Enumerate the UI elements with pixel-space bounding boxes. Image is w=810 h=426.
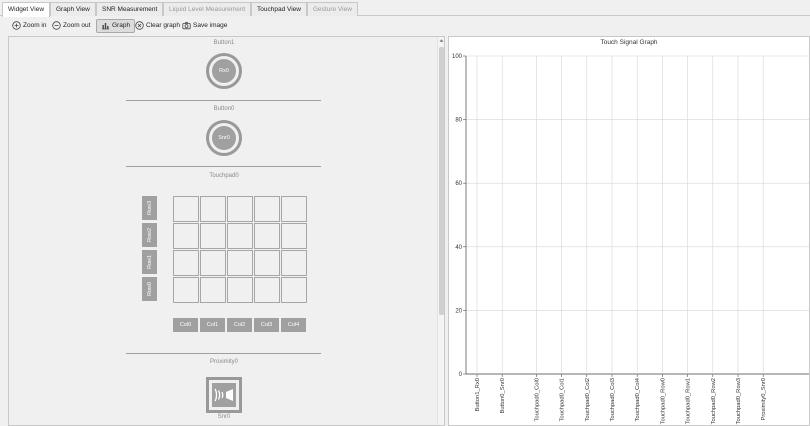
touchpad-cell[interactable] xyxy=(173,223,199,249)
touchpad-cell[interactable] xyxy=(227,250,253,276)
touchpad-cell[interactable] xyxy=(200,223,226,249)
touchpad-cell[interactable] xyxy=(173,277,199,303)
touchpad-row-label: Row1 xyxy=(146,254,153,270)
tab-widget-view[interactable]: Widget View xyxy=(2,2,51,17)
touchpad-row-chip: Row2 xyxy=(142,223,157,247)
x-tick-label: Proximity0_Snr0 xyxy=(761,378,767,421)
touchpad-cell[interactable] xyxy=(281,277,307,303)
clear-icon xyxy=(135,21,144,30)
bar-chart-icon xyxy=(102,22,109,30)
touchpad-cell[interactable] xyxy=(254,277,280,303)
button0-sensor: Snr0 xyxy=(212,126,236,150)
touchpad-row-chip: Row3 xyxy=(142,196,157,220)
touchpad-col-chip: Col0 xyxy=(173,318,198,332)
touchpad-row-chip: Row0 xyxy=(142,277,157,301)
y-tick-label: 100 xyxy=(452,54,463,60)
zoom-in-button[interactable]: Zoom in xyxy=(10,19,46,33)
zoom-in-icon xyxy=(12,21,21,30)
touchpad-cell[interactable] xyxy=(254,250,280,276)
x-tick-label: Touchpad0_Row0 xyxy=(660,378,666,424)
graph-button[interactable]: Graph xyxy=(96,19,136,33)
zoom-out-button[interactable]: Zoom out xyxy=(50,19,90,33)
widget-canvas: Button1 Rx0 Button0 Snr0 Touchpad0 Row3 … xyxy=(8,36,445,426)
divider xyxy=(126,353,321,354)
touchpad-cell[interactable] xyxy=(227,277,253,303)
zoom-out-icon xyxy=(52,21,61,30)
tab-graph-view[interactable]: Graph View xyxy=(50,2,96,16)
scrollbar-thumb[interactable] xyxy=(439,47,444,315)
tab-bar: Widget View Graph View SNR Measurement L… xyxy=(0,0,810,17)
proximity-wave-icon xyxy=(214,388,233,402)
zoom-in-label: Zoom in xyxy=(23,22,47,29)
clear-graph-label: Clear graph xyxy=(146,22,180,29)
tab-gesture-view[interactable]: Gesture View xyxy=(307,2,358,16)
touchpad-cell[interactable] xyxy=(200,277,226,303)
app-window: Widget View Graph View SNR Measurement L… xyxy=(0,0,810,426)
y-tick-label: 0 xyxy=(459,372,463,378)
graph-label: Graph xyxy=(112,22,131,29)
tab-liquid-level-measurement[interactable]: Liquid Level Measurement xyxy=(163,2,252,16)
touchpad-col-chip: Col2 xyxy=(227,318,252,332)
touchpad-cell[interactable] xyxy=(227,196,253,222)
touchpad-cell[interactable] xyxy=(200,250,226,276)
proximity0-title: Proximity0 xyxy=(209,359,238,365)
y-tick-label: 40 xyxy=(455,245,462,251)
button1-widget[interactable]: Rx0 xyxy=(206,53,242,89)
x-tick-label: Touchpad0_Row3 xyxy=(736,378,742,424)
graph-panel: Touch Signal Graph 0 20 40 60 80 100 Button1_R… xyxy=(448,36,810,426)
scroll-up-arrow-icon[interactable] xyxy=(439,38,444,43)
toolbar: Zoom in Zoom out Graph Clear graph Save … xyxy=(0,17,810,35)
button1-sensor: Rx0 xyxy=(212,59,236,83)
chart-title: Touch Signal Graph xyxy=(600,39,658,46)
x-tick-label: Touchpad0_Row1 xyxy=(686,378,692,424)
touchpad-col-chip: Col4 xyxy=(281,318,306,332)
touchpad-cell[interactable] xyxy=(254,196,280,222)
touchpad-row-chip: Row1 xyxy=(142,250,157,274)
touchpad-col-chip: Col3 xyxy=(254,318,279,332)
proximity0-sensor-label: Snr0 xyxy=(217,414,231,420)
x-tick-label: Touchpad0_Col3 xyxy=(610,378,616,422)
x-tick-label: Touchpad0_Col4 xyxy=(635,377,641,421)
touchpad-cell[interactable] xyxy=(173,196,199,222)
divider xyxy=(126,166,321,167)
button1-title: Button1 xyxy=(213,40,235,46)
proximity0-widget[interactable] xyxy=(206,377,242,413)
divider xyxy=(126,100,321,101)
x-tick-label: Button0_Snr0 xyxy=(500,378,506,413)
touchpad-row-label: Row2 xyxy=(146,227,153,243)
touchpad-cell[interactable] xyxy=(254,223,280,249)
touchpad-cell[interactable] xyxy=(227,223,253,249)
x-tick-label: Button1_Rx0 xyxy=(475,378,481,412)
touchpad0-title: Touchpad0 xyxy=(209,173,239,179)
tab-snr-measurement[interactable]: SNR Measurement xyxy=(96,2,164,16)
save-image-button[interactable]: Save image xyxy=(180,19,227,33)
touchpad-cell[interactable] xyxy=(200,196,226,222)
proximity-sensor-pad xyxy=(212,383,236,407)
touch-signal-chart: 0 20 40 60 80 100 Button1_Rx0 Button0_Snr0 Touch… xyxy=(452,54,809,424)
x-tick-label: Touchpad0_Col1 xyxy=(560,378,566,422)
clear-graph-button[interactable]: Clear graph xyxy=(133,19,180,33)
x-tick-label: Touchpad0_Row2 xyxy=(711,378,717,424)
y-tick-label: 80 xyxy=(455,118,462,124)
touchpad-col-chip: Col1 xyxy=(200,318,225,332)
touchpad-cell[interactable] xyxy=(281,250,307,276)
y-tick-label: 60 xyxy=(455,181,462,187)
x-tick-label: Touchpad0_Col2 xyxy=(585,378,591,422)
touchpad-row-label: Row3 xyxy=(146,200,153,216)
touchpad-cell[interactable] xyxy=(173,250,199,276)
save-image-label: Save image xyxy=(193,22,228,29)
camera-icon xyxy=(182,21,191,29)
touchpad-row-label: Row0 xyxy=(146,281,153,297)
zoom-out-label: Zoom out xyxy=(63,22,91,29)
tab-touchpad-view[interactable]: Touchpad View xyxy=(251,2,307,16)
x-tick-label: Touchpad0_Col0 xyxy=(534,378,540,422)
y-tick-label: 20 xyxy=(455,308,462,314)
touchpad-cell[interactable] xyxy=(281,223,307,249)
button0-widget[interactable]: Snr0 xyxy=(206,120,242,156)
button0-title: Button0 xyxy=(213,106,235,112)
touchpad-cell[interactable] xyxy=(281,196,307,222)
vertical-scrollbar[interactable] xyxy=(437,37,444,425)
